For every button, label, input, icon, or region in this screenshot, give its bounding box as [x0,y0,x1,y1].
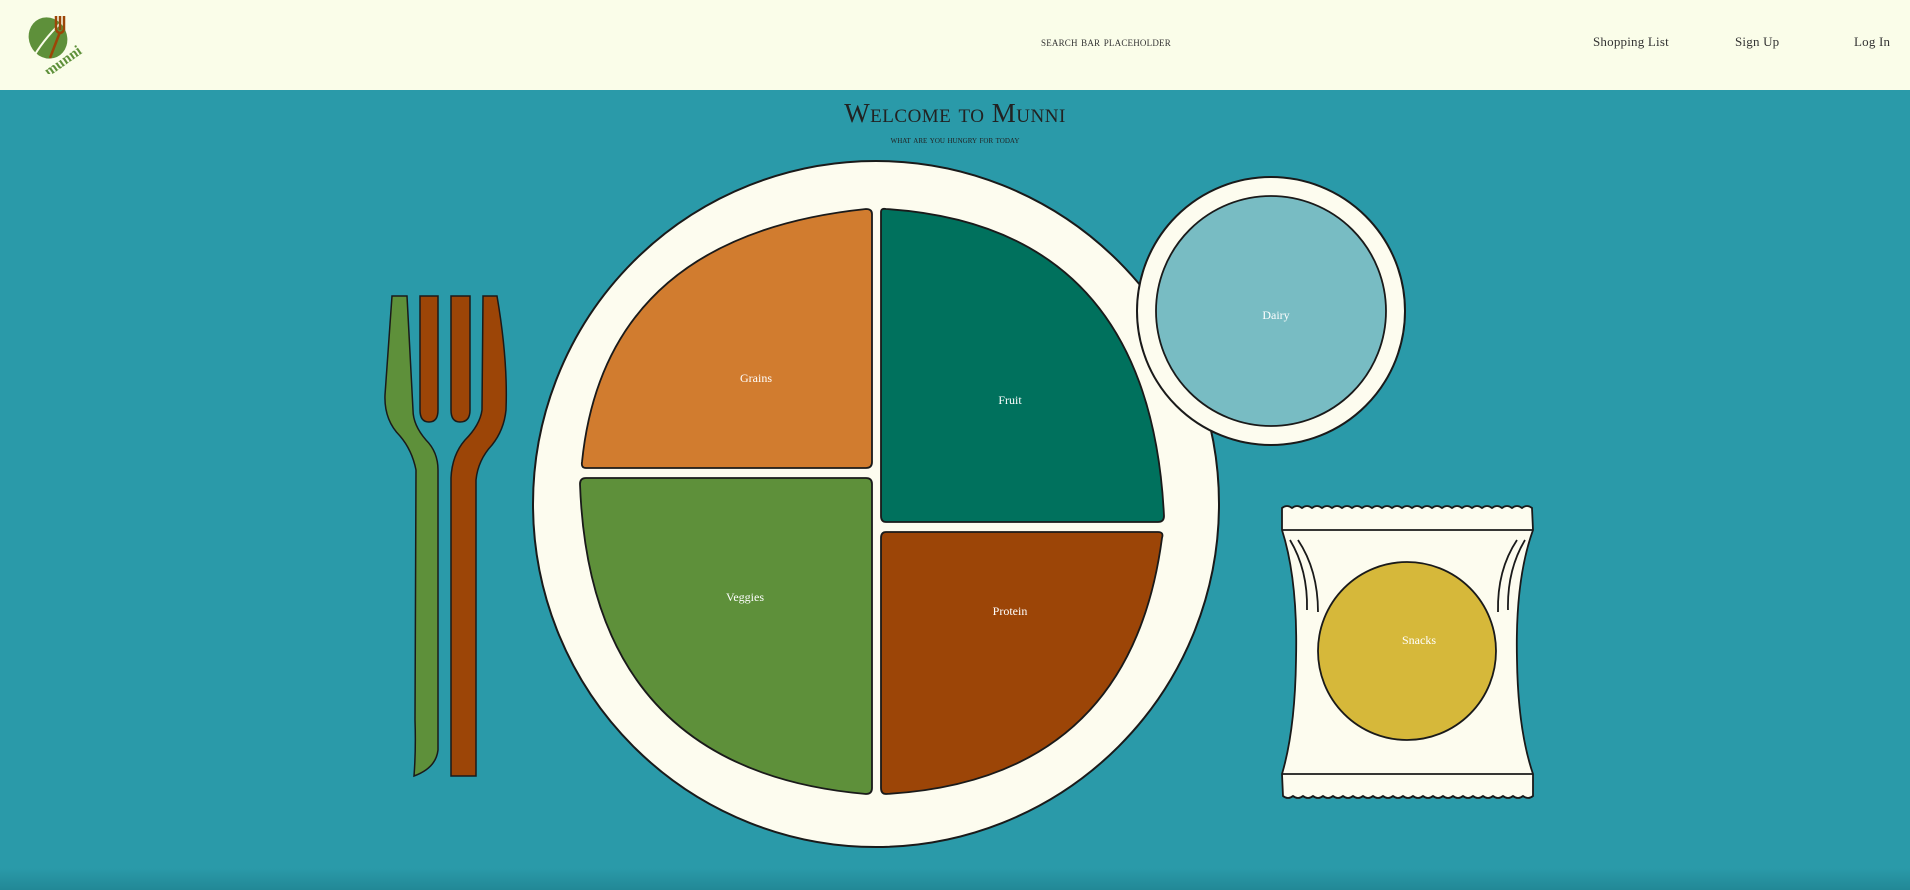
plate-section-veggies[interactable] [579,477,873,795]
plate-section-grains[interactable] [580,208,873,469]
snacks-bag[interactable] [1281,505,1534,799]
protein-label: Protein [993,604,1028,618]
grains-label: Grains [740,371,772,385]
dairy-label: Dairy [1262,308,1289,322]
plate-section-fruit[interactable] [880,207,1165,523]
fruit-label: Fruit [998,393,1022,407]
fork-icon [384,295,508,778]
veggies-label: Veggies [726,590,764,604]
snacks-label: Snacks [1402,633,1436,647]
bottom-shade [0,868,1910,890]
meal-scene: Grains Fruit Veggies Protein Dairy Snack… [384,160,1534,848]
plate-section-protein[interactable] [880,531,1164,795]
